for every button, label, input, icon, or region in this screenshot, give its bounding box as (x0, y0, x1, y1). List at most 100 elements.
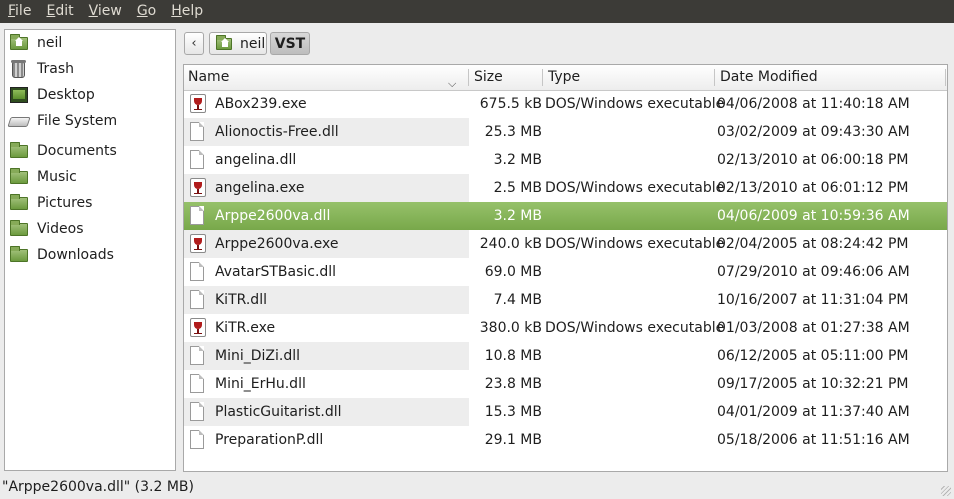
sidebar-item-label: Desktop (37, 87, 95, 103)
document-icon (190, 346, 204, 365)
wine-executable-icon (190, 318, 206, 337)
column-header-size[interactable]: Size (470, 65, 542, 90)
home-folder-icon (9, 34, 29, 52)
table-row[interactable]: Alionoctis-Free.dll 25.3 MB 03/02/2009 at … (184, 118, 947, 146)
column-header-type[interactable]: Type (544, 65, 714, 90)
sidebar-item-label: Documents (37, 143, 117, 159)
wine-executable-icon (190, 178, 206, 197)
menu-help[interactable]: Help (163, 0, 210, 23)
menu-edit[interactable]: Edit (38, 0, 80, 23)
file-type: DOS/Windows executable (545, 180, 725, 196)
table-row[interactable]: Mini_ErHu.dll 23.8 MB 09/17/2005 at 10:32:… (184, 370, 947, 398)
file-name: angelina.exe (215, 180, 305, 196)
sidebar-item-documents[interactable]: Documents (9, 139, 117, 163)
table-row[interactable]: Arppe2600va.dll 3.2 MB 04/06/2009 at 10:59… (184, 202, 947, 230)
breadcrumb-label: neil (240, 35, 266, 52)
file-date-modified: 06/12/2005 at 05:11:00 PM (717, 348, 909, 364)
sidebar-item-trash[interactable]: Trash (9, 57, 74, 81)
file-name: Arppe2600va.exe (215, 236, 339, 252)
file-name: angelina.dll (215, 152, 297, 168)
document-icon (190, 374, 204, 393)
status-bar: "Arppe2600va.dll" (3.2 MB) (0, 476, 954, 499)
file-size: 3.2 MB (493, 208, 542, 224)
table-row[interactable]: KiTR.dll 7.4 MB 10/16/2007 at 11:31:04 PM (184, 286, 947, 314)
file-name: KiTR.exe (215, 320, 276, 336)
file-name: Mini_ErHu.dll (215, 376, 306, 392)
breadcrumb-vst[interactable]: VST (270, 32, 310, 55)
sidebar-item-label: neil (37, 35, 63, 51)
file-size: 10.8 MB (484, 348, 542, 364)
menubar: File Edit View Go Help (0, 0, 954, 23)
sidebar-item-label: Trash (37, 61, 74, 77)
file-date-modified: 04/06/2009 at 10:59:36 AM (717, 208, 910, 224)
column-header-date-modified[interactable]: Date Modified (716, 65, 944, 90)
file-date-modified: 04/01/2009 at 11:37:40 AM (717, 404, 910, 420)
file-size: 69.0 MB (484, 264, 542, 280)
folder-icon (9, 194, 29, 212)
column-headers: Name ⌵ Size Type Date Modified (184, 65, 947, 91)
sidebar-item-pictures[interactable]: Pictures (9, 191, 92, 215)
menu-view[interactable]: View (81, 0, 129, 23)
file-date-modified: 03/02/2009 at 09:43:30 AM (717, 124, 910, 140)
folder-icon (9, 220, 29, 238)
desktop-icon (9, 86, 29, 104)
wine-executable-icon (190, 234, 206, 253)
document-icon (190, 430, 204, 449)
sidebar-item-music[interactable]: Music (9, 165, 77, 189)
wine-executable-icon (190, 94, 206, 113)
file-size: 3.2 MB (493, 152, 542, 168)
file-name: Alionoctis-Free.dll (215, 124, 339, 140)
sidebar-item-label: File System (37, 113, 118, 129)
table-row[interactable]: PreparationP.dll 29.1 MB 05/18/2006 at 11:… (184, 426, 947, 454)
file-size: 29.1 MB (484, 432, 542, 448)
folder-icon (9, 142, 29, 160)
file-date-modified: 07/29/2010 at 09:46:06 AM (717, 264, 910, 280)
file-name: PlasticGuitarist.dll (215, 404, 342, 420)
file-list-view[interactable]: Name ⌵ Size Type Date Modified ABox239.e… (183, 64, 948, 472)
file-size: 240.0 kB (479, 236, 542, 252)
file-size: 23.8 MB (484, 376, 542, 392)
resize-grip-icon[interactable] (941, 486, 951, 496)
menu-file[interactable]: File (0, 0, 38, 23)
file-date-modified: 10/16/2007 at 11:31:04 PM (717, 292, 909, 308)
column-header-name[interactable]: Name ⌵ (184, 65, 468, 90)
table-row[interactable]: AvatarSTBasic.dll 69.0 MB 07/29/2010 at 09… (184, 258, 947, 286)
file-type: DOS/Windows executable (545, 96, 725, 112)
file-name: ABox239.exe (215, 96, 307, 112)
file-name: PreparationP.dll (215, 432, 324, 448)
places-sidebar: neil Trash Desktop File System Documents… (4, 29, 176, 471)
sidebar-item-label: Music (37, 169, 77, 185)
sidebar-item-videos[interactable]: Videos (9, 217, 84, 241)
file-date-modified: 05/18/2006 at 11:51:16 AM (717, 432, 910, 448)
table-row[interactable]: angelina.exe 2.5 MB DOS/Windows executable… (184, 174, 947, 202)
sidebar-item-neil[interactable]: neil (9, 31, 62, 55)
file-size: 2.5 MB (493, 180, 542, 196)
back-button[interactable]: ‹ (184, 32, 204, 55)
file-size: 25.3 MB (484, 124, 542, 140)
sidebar-item-desktop[interactable]: Desktop (9, 83, 95, 107)
file-size: 675.5 kB (479, 96, 542, 112)
file-date-modified: 02/04/2005 at 08:24:42 PM (717, 236, 909, 252)
table-row[interactable]: ABox239.exe 675.5 kB DOS/Windows executabl… (184, 90, 947, 118)
document-icon (190, 402, 204, 421)
file-manager-window: File Edit View Go Help neil Trash Deskto… (0, 0, 954, 499)
file-name: Arppe2600va.dll (215, 208, 331, 224)
table-row[interactable]: Arppe2600va.exe 240.0 kB DOS/Windows execu… (184, 230, 947, 258)
breadcrumb-neil[interactable]: neil (209, 32, 267, 55)
file-date-modified: 01/03/2008 at 01:27:38 AM (717, 320, 910, 336)
file-date-modified: 02/13/2010 at 06:00:18 PM (717, 152, 909, 168)
table-row[interactable]: angelina.dll 3.2 MB 02/13/2010 at 06:00:18… (184, 146, 947, 174)
table-row[interactable]: PlasticGuitarist.dll 15.3 MB 04/01/2009 at… (184, 398, 947, 426)
sidebar-item-file-system[interactable]: File System (7, 109, 118, 133)
file-name: KiTR.dll (215, 292, 267, 308)
file-date-modified: 04/06/2008 at 11:40:18 AM (717, 96, 910, 112)
breadcrumb-label: VST (274, 35, 306, 52)
menu-go[interactable]: Go (129, 0, 163, 23)
table-row[interactable]: KiTR.exe 380.0 kB DOS/Windows executable 01… (184, 314, 947, 342)
sidebar-item-label: Pictures (37, 195, 93, 211)
file-size: 15.3 MB (484, 404, 542, 420)
table-row[interactable]: Mini_DiZi.dll 10.8 MB 06/12/2005 at 05:11:… (184, 342, 947, 370)
file-name: Mini_DiZi.dll (215, 348, 300, 364)
file-size: 7.4 MB (493, 292, 542, 308)
sidebar-item-downloads[interactable]: Downloads (9, 243, 114, 267)
